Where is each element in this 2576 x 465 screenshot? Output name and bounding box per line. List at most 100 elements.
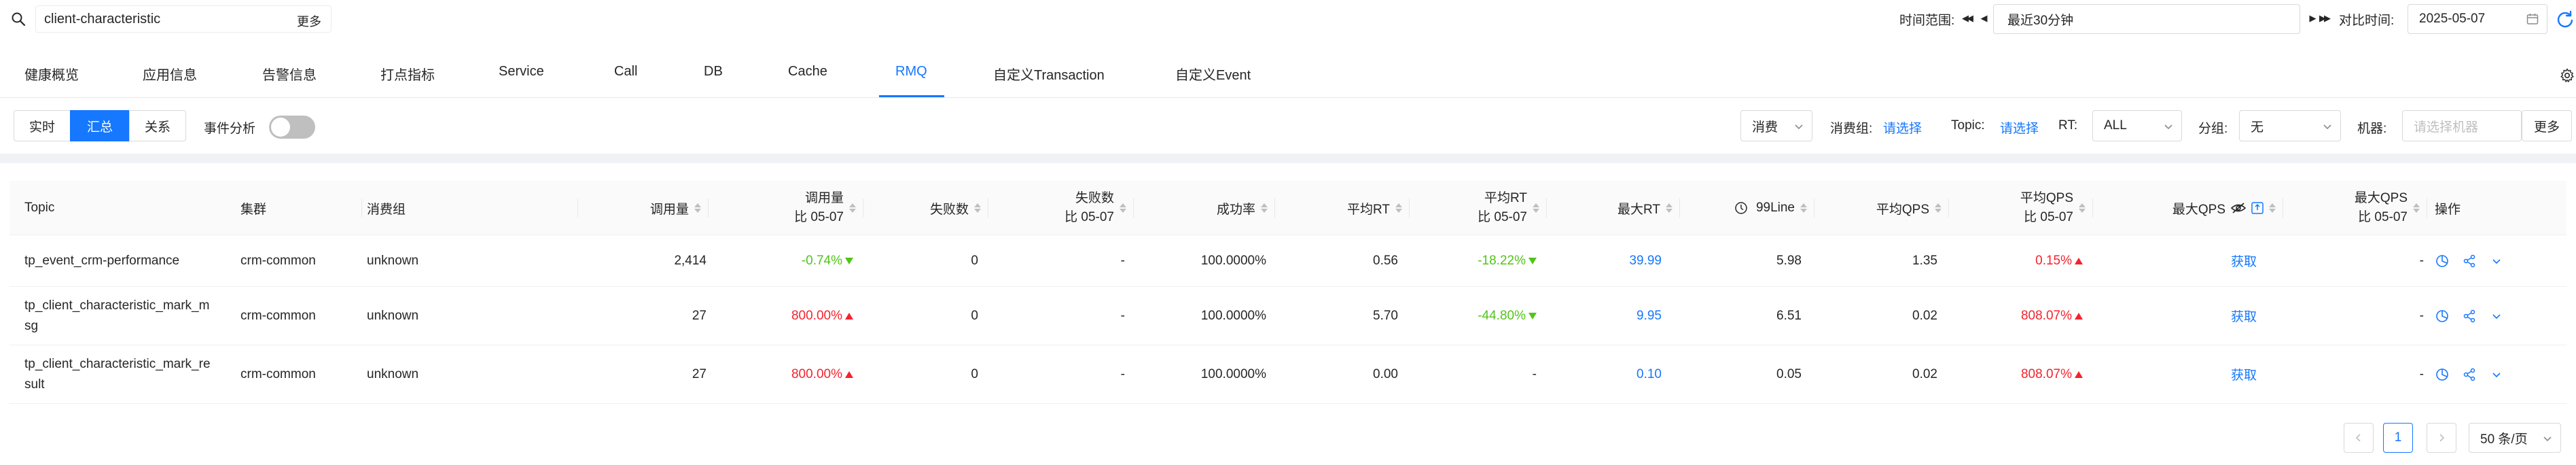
type-select[interactable]: 消费 (1740, 110, 1812, 141)
share-icon[interactable] (2462, 254, 2477, 269)
chevron-down-icon (2543, 436, 2552, 442)
time-range-select[interactable]: 最近30分钟 (1993, 4, 2300, 34)
sort-icon[interactable] (694, 203, 701, 213)
tab-rmq[interactable]: RMQ (895, 64, 927, 80)
double-left-icon[interactable]: ◀◀ (1961, 12, 1973, 24)
fetch-max-qps-link[interactable]: 获取 (2231, 235, 2257, 286)
col-99line[interactable]: 99Line (1681, 181, 1807, 235)
sort-icon[interactable] (1533, 203, 1539, 213)
chevron-down-icon[interactable] (2489, 367, 2504, 382)
up-arrow-icon (845, 312, 853, 320)
column-divider (1274, 199, 1275, 218)
sort-icon[interactable] (974, 203, 981, 213)
fetch-max-qps-link[interactable]: 获取 (2231, 287, 2257, 345)
refresh-icon[interactable] (2556, 10, 2575, 29)
tab-health-overview[interactable]: 健康概览 (24, 64, 79, 84)
caret-right-icon[interactable]: ▶ (2306, 12, 2318, 24)
cell-99line: 6.51 (1776, 308, 1802, 323)
col-avg-qps-compare[interactable]: 平均QPS 比 05-07 (1950, 181, 2086, 235)
export-icon[interactable] (2251, 202, 2264, 214)
chart-icon[interactable] (2435, 367, 2450, 382)
col-avg-qps[interactable]: 平均QPS (1815, 181, 1942, 235)
consumer-group-picker[interactable]: 请选择 (1883, 118, 1922, 137)
page-size-select[interactable]: 50 条/页 (2469, 423, 2561, 453)
cell-avg-qps: 1.35 (1912, 253, 1937, 268)
col-failures[interactable]: 失败数 (864, 181, 981, 235)
sort-icon[interactable] (2413, 203, 2420, 213)
chevron-down-icon[interactable] (2489, 254, 2504, 269)
cell-max-rt[interactable]: 9.95 (1548, 287, 1662, 345)
col-avg-rt[interactable]: 平均RT (1276, 181, 1402, 235)
col-avg-rt-compare[interactable]: 平均RT 比 05-07 (1410, 181, 1539, 235)
tab-custom-transaction[interactable]: 自定义Transaction (993, 64, 1105, 84)
row-actions (2435, 287, 2504, 345)
tab-db[interactable]: DB (704, 64, 723, 80)
tab-custom-event[interactable]: 自定义Event (1175, 64, 1251, 84)
col-cluster: 集群 (240, 202, 267, 217)
col-max-rt[interactable]: 最大RT (1548, 181, 1672, 235)
rt-select[interactable]: ALL (2092, 110, 2182, 141)
tab-cache[interactable]: Cache (788, 64, 827, 80)
col-max-qps-compare[interactable]: 最大QPS 比 05-07 (2284, 181, 2420, 235)
view-mode-relation[interactable]: 关系 (129, 110, 186, 141)
sort-icon[interactable] (1261, 203, 1268, 213)
tab-alerts[interactable]: 告警信息 (262, 64, 317, 84)
cell-failures-compare: - (1120, 366, 1125, 381)
topic-picker[interactable]: 请选择 (2000, 118, 2039, 137)
sort-icon[interactable] (1800, 203, 1807, 213)
eye-off-icon[interactable] (2231, 202, 2246, 214)
share-icon[interactable] (2462, 309, 2477, 324)
col-max-qps[interactable]: 最大QPS (2094, 181, 2276, 235)
sort-icon[interactable] (849, 203, 856, 213)
tab-call[interactable]: Call (614, 64, 637, 80)
table-header: Topic 集群 消费组 调用量 调用量比 05-07 失败数 失败数比 05-… (10, 181, 2566, 235)
col-ops: 操作 (2435, 202, 2461, 217)
cell-max-rt[interactable]: 0.10 (1548, 345, 1662, 403)
column-divider (1409, 199, 1410, 218)
cell-avg-qps-compare: 808.07% (1950, 287, 2083, 345)
fetch-max-qps-link[interactable]: 获取 (2231, 345, 2257, 403)
chart-icon[interactable] (2435, 254, 2450, 269)
search-input[interactable]: client-characteristic 更多 (35, 5, 332, 33)
cell-topic: tp_client_characteristic_mark_m sg (24, 298, 210, 333)
caret-left-icon[interactable]: ◀ (1977, 12, 1989, 24)
gear-icon[interactable] (2560, 68, 2575, 83)
cell-avg-rt: 0.00 (1373, 366, 1398, 381)
view-mode-realtime[interactable]: 实时 (14, 110, 71, 141)
sort-icon[interactable] (2079, 203, 2086, 213)
double-right-icon[interactable]: ▶▶ (2318, 12, 2331, 24)
col-calls[interactable]: 调用量 (580, 181, 701, 235)
search-icon[interactable] (10, 10, 27, 28)
view-mode-summary[interactable]: 汇总 (70, 110, 130, 141)
tab-service[interactable]: Service (499, 64, 544, 80)
cell-avg-rt-compare: - (1532, 366, 1537, 381)
group-select[interactable]: 无 (2239, 110, 2341, 141)
compare-date-picker[interactable]: 2025-05-07 (2408, 4, 2547, 34)
cell-failures-compare: - (1120, 308, 1125, 323)
page-number-button[interactable]: 1 (2383, 423, 2413, 453)
chevron-right-icon (2439, 434, 2445, 442)
cell-max-qps-compare: - (2419, 253, 2424, 268)
cell-max-rt[interactable]: 39.99 (1548, 235, 1662, 286)
chevron-down-icon (1795, 124, 1803, 130)
search-more-button[interactable]: 更多 (297, 12, 321, 30)
chart-icon[interactable] (2435, 309, 2450, 324)
sort-icon[interactable] (1666, 203, 1672, 213)
col-calls-compare[interactable]: 调用量比 05-07 (709, 181, 856, 235)
col-failures-compare[interactable]: 失败数比 05-07 (989, 181, 1126, 235)
chevron-down-icon[interactable] (2489, 309, 2504, 324)
type-select-value: 消费 (1752, 120, 1778, 135)
machine-select[interactable]: 请选择机器 (2402, 110, 2522, 141)
sort-icon[interactable] (1120, 203, 1126, 213)
tab-app-info[interactable]: 应用信息 (143, 64, 197, 84)
sort-icon[interactable] (1935, 203, 1942, 213)
event-analysis-toggle[interactable] (269, 116, 315, 139)
prev-page-button[interactable] (2344, 423, 2374, 453)
tab-metrics[interactable]: 打点指标 (380, 64, 435, 84)
next-page-button[interactable] (2427, 423, 2456, 453)
col-success-rate[interactable]: 成功率 (1134, 181, 1268, 235)
more-filters-button[interactable]: 更多 (2522, 110, 2572, 141)
sort-icon[interactable] (2269, 203, 2276, 213)
share-icon[interactable] (2462, 367, 2477, 382)
sort-icon[interactable] (1395, 203, 1402, 213)
